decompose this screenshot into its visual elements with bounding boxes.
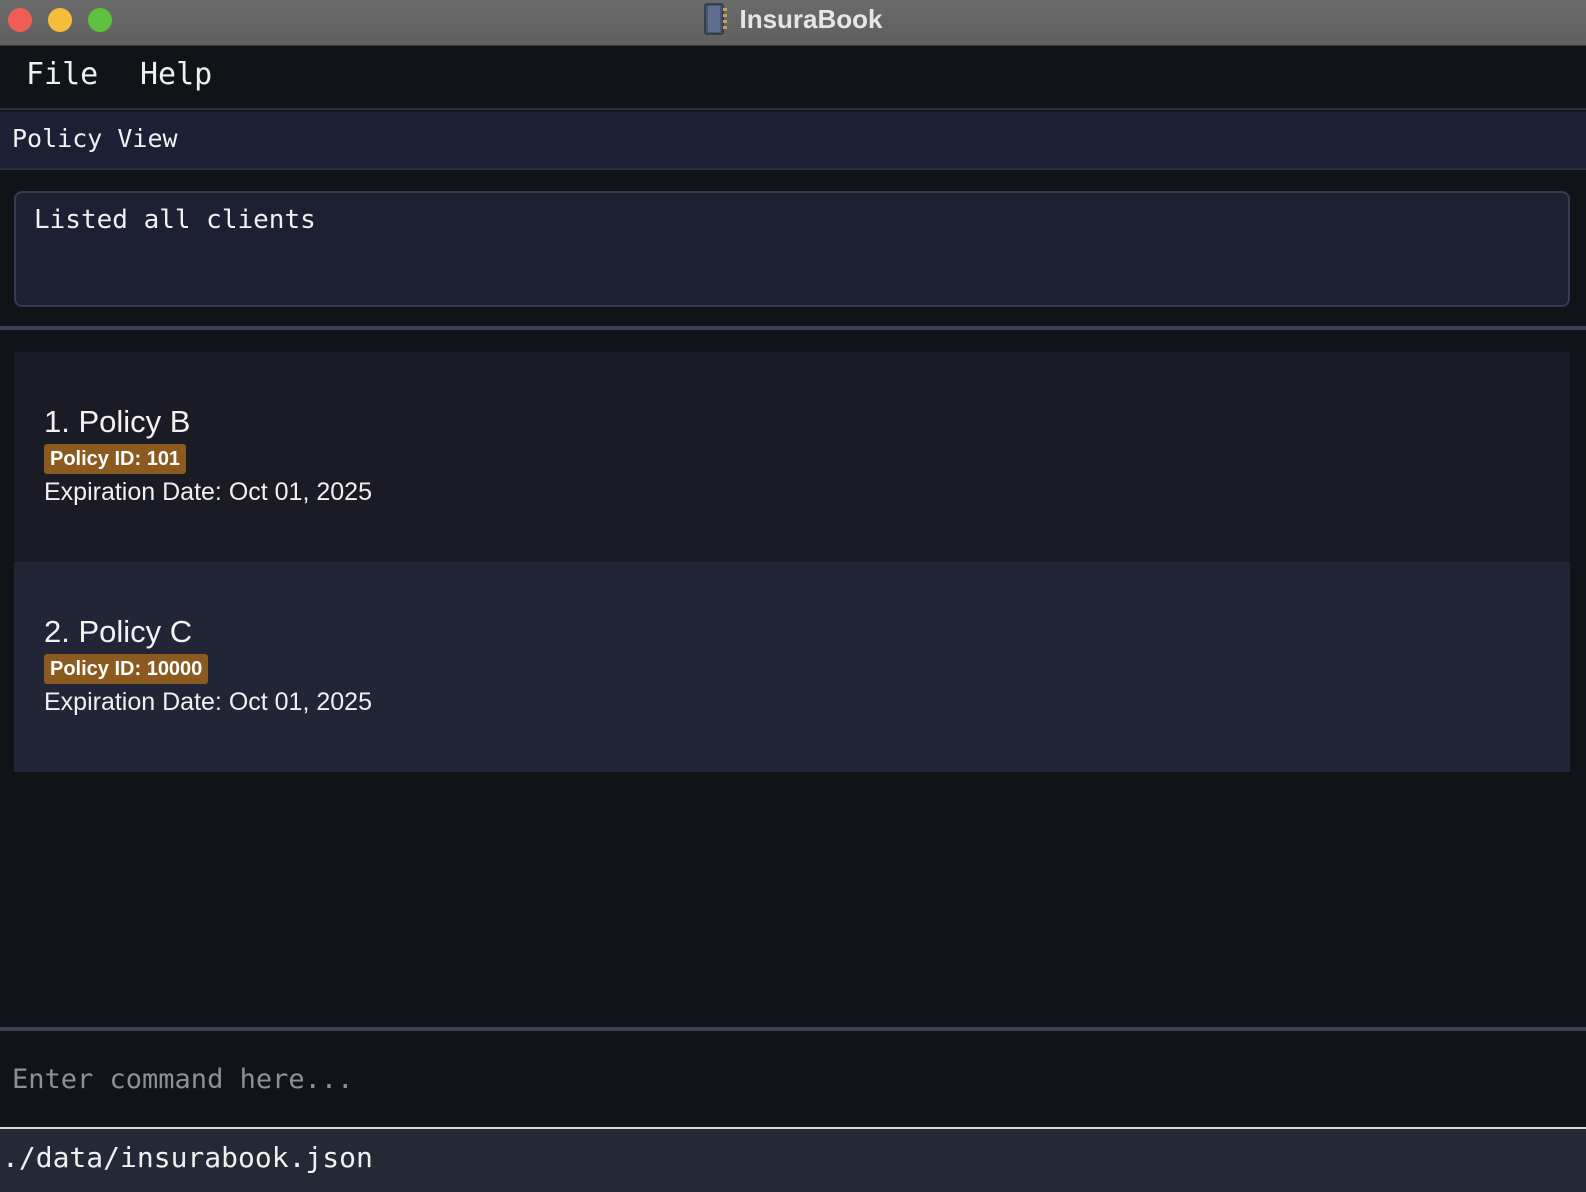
policy-list[interactable]: 1. Policy B Policy ID: 101 Expiration Da… xyxy=(14,352,1570,772)
view-header: Policy View xyxy=(0,112,1586,170)
section-divider xyxy=(0,326,1586,330)
command-input[interactable] xyxy=(0,1033,1586,1125)
window-title-group: InsuraBook xyxy=(0,0,1586,38)
data-file-path: ./data/insurabook.json xyxy=(2,1141,373,1174)
view-title: Policy View xyxy=(12,124,178,153)
title-bar[interactable]: InsuraBook xyxy=(0,0,1586,46)
menu-help[interactable]: Help xyxy=(140,57,212,92)
command-divider xyxy=(0,1027,1586,1031)
app-window: InsuraBook File Help Policy View Listed … xyxy=(0,0,1586,1192)
policy-card[interactable]: 1. Policy B Policy ID: 101 Expiration Da… xyxy=(14,352,1570,562)
window-title: InsuraBook xyxy=(739,3,883,34)
policy-card[interactable]: 2. Policy C Policy ID: 10000 Expiration … xyxy=(14,562,1570,772)
policy-title: 2. Policy C xyxy=(44,614,193,649)
policy-title: 1. Policy B xyxy=(44,404,191,439)
menu-file[interactable]: File xyxy=(26,57,98,92)
result-display[interactable]: Listed all clients xyxy=(14,191,1570,307)
policy-expiration-date: Expiration Date: Oct 01, 2025 xyxy=(44,688,372,716)
book-icon xyxy=(703,3,729,35)
policy-id-badge: Policy ID: 10000 xyxy=(44,654,209,684)
policy-id-badge: Policy ID: 101 xyxy=(44,444,187,474)
result-message: Listed all clients xyxy=(34,205,316,235)
status-bar: ./data/insurabook.json xyxy=(0,1127,1586,1192)
menu-bar: File Help xyxy=(0,47,1586,110)
policy-expiration-date: Expiration Date: Oct 01, 2025 xyxy=(44,478,372,506)
